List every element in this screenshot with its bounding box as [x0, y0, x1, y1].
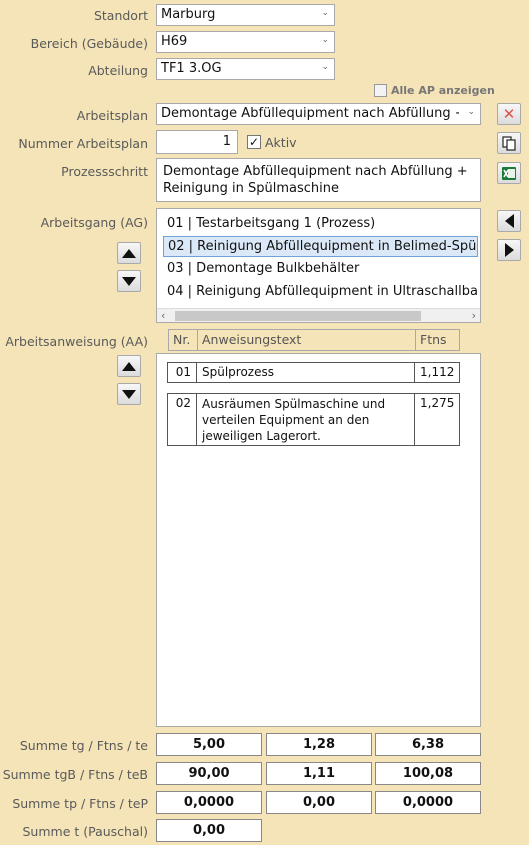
- summe-tep-ftns: 0,00: [266, 791, 372, 814]
- column-header-anweisungstext: Anweisungstext: [197, 329, 416, 351]
- arbeitsgang-label: Arbeitsgang (AG): [40, 215, 148, 230]
- summe-pauschal-label: Summe t (Pauschal): [22, 824, 148, 839]
- abteilung-select[interactable]: TF1 3.OG ⌄: [156, 58, 335, 80]
- bereich-select[interactable]: H69 ⌄: [156, 31, 335, 53]
- arrow-right-icon: [504, 243, 514, 257]
- prev-button[interactable]: [497, 210, 521, 232]
- chevron-down-icon: ⌄: [321, 8, 329, 18]
- table-row-nr[interactable]: 01: [167, 362, 197, 383]
- alle-ap-label: Alle AP anzeigen: [391, 84, 495, 97]
- nummer-value: 1: [222, 134, 231, 149]
- excel-icon: [502, 166, 516, 180]
- list-item[interactable]: 01 | Testarbeitsgang 1 (Prozess): [163, 214, 478, 235]
- column-header-ftns: Ftns: [415, 329, 460, 351]
- alle-ap-checkbox[interactable]: [374, 84, 387, 97]
- chevron-down-icon: ⌄: [321, 62, 329, 72]
- summe-teb-total: 100,08: [375, 762, 481, 785]
- table-row-ftns[interactable]: 1,275: [414, 393, 460, 446]
- summe-pauschal: 0,00: [156, 819, 262, 842]
- aktiv-label: Aktiv: [265, 135, 297, 150]
- delete-x-icon: ✕: [502, 104, 516, 123]
- summe-te-label: Summe tg / Ftns / te: [19, 738, 148, 753]
- bereich-label: Bereich (Gebäude): [30, 36, 148, 51]
- summe-teb-tgb: 90,00: [156, 762, 262, 785]
- excel-export-button[interactable]: [497, 162, 521, 184]
- prozessschritt-field[interactable]: Demontage Abfüllequipment nach Abfüllung…: [156, 158, 481, 202]
- nummer-input[interactable]: 1: [156, 130, 238, 154]
- arbeitsplan-label: Arbeitsplan: [76, 108, 148, 123]
- aktiv-checkbox[interactable]: ✓: [247, 135, 261, 149]
- standort-label: Standort: [93, 8, 148, 23]
- arrow-up-icon: [122, 248, 136, 258]
- abteilung-value: TF1 3.OG: [161, 61, 222, 76]
- copy-icon: [502, 135, 516, 151]
- arbeitsgang-list[interactable]: 01 | Testarbeitsgang 1 (Prozess) 02 | Re…: [156, 208, 481, 323]
- arrow-left-icon: [504, 214, 514, 228]
- table-row-nr[interactable]: 02: [167, 393, 197, 446]
- summe-tep-label: Summe tp / Ftns / teP: [12, 796, 148, 811]
- scrollbar-thumb[interactable]: [175, 311, 421, 321]
- abteilung-label: Abteilung: [88, 63, 148, 78]
- ag-move-up-button[interactable]: [117, 242, 141, 264]
- prozessschritt-label: Prozessschritt: [61, 164, 148, 179]
- copy-button[interactable]: [497, 132, 521, 154]
- bereich-value: H69: [161, 34, 188, 49]
- prozessschritt-value: Demontage Abfüllequipment nach Abfüllung…: [163, 164, 468, 196]
- aa-move-down-button[interactable]: [117, 383, 141, 405]
- nummer-label: Nummer Arbeitsplan: [18, 136, 148, 151]
- list-item[interactable]: 02 | Reinigung Abfüllequipment in Belime…: [163, 236, 478, 257]
- standort-select[interactable]: Marburg ⌄: [156, 4, 335, 26]
- summe-teb-ftns: 1,11: [266, 762, 372, 785]
- arrow-down-icon: [122, 389, 136, 399]
- arbeitsanweisung-label: Arbeitsanweisung (AA): [5, 334, 148, 349]
- chevron-down-icon: ⌄: [467, 107, 475, 117]
- arbeitsplan-value: Demontage Abfüllequipment nach Abfüllung…: [161, 106, 459, 121]
- next-button[interactable]: [497, 239, 521, 261]
- summe-te-total: 6,38: [375, 733, 481, 756]
- list-item[interactable]: 04 | Reinigung Abfüllequipment in Ultras…: [163, 282, 478, 303]
- scroll-left-icon[interactable]: ‹: [161, 309, 165, 322]
- standort-value: Marburg: [161, 7, 216, 22]
- summe-te-tg: 5,00: [156, 733, 262, 756]
- horizontal-scrollbar[interactable]: ‹ ›: [157, 308, 480, 322]
- delete-button[interactable]: ✕: [497, 103, 521, 125]
- table-row-ftns[interactable]: 1,112: [414, 362, 460, 383]
- arbeitsplan-select[interactable]: Demontage Abfüllequipment nach Abfüllung…: [156, 103, 481, 125]
- list-item[interactable]: 03 | Demontage Bulkbehälter: [163, 259, 478, 280]
- summe-tep-total: 0,0000: [375, 791, 481, 814]
- scroll-right-icon[interactable]: ›: [472, 309, 476, 322]
- table-row-text[interactable]: Spülprozess: [196, 362, 415, 383]
- column-header-nr: Nr.: [168, 329, 198, 351]
- aa-move-up-button[interactable]: [117, 355, 141, 377]
- summe-tep-tp: 0,0000: [156, 791, 262, 814]
- summe-teb-label: Summe tgB / Ftns / teB: [2, 767, 148, 782]
- table-row-text[interactable]: Ausräumen Spülmaschine und verteilen Equ…: [196, 393, 415, 446]
- arrow-up-icon: [122, 361, 136, 371]
- ag-move-down-button[interactable]: [117, 270, 141, 292]
- chevron-down-icon: ⌄: [321, 35, 329, 45]
- arrow-down-icon: [122, 276, 136, 286]
- summe-te-ftns: 1,28: [266, 733, 372, 756]
